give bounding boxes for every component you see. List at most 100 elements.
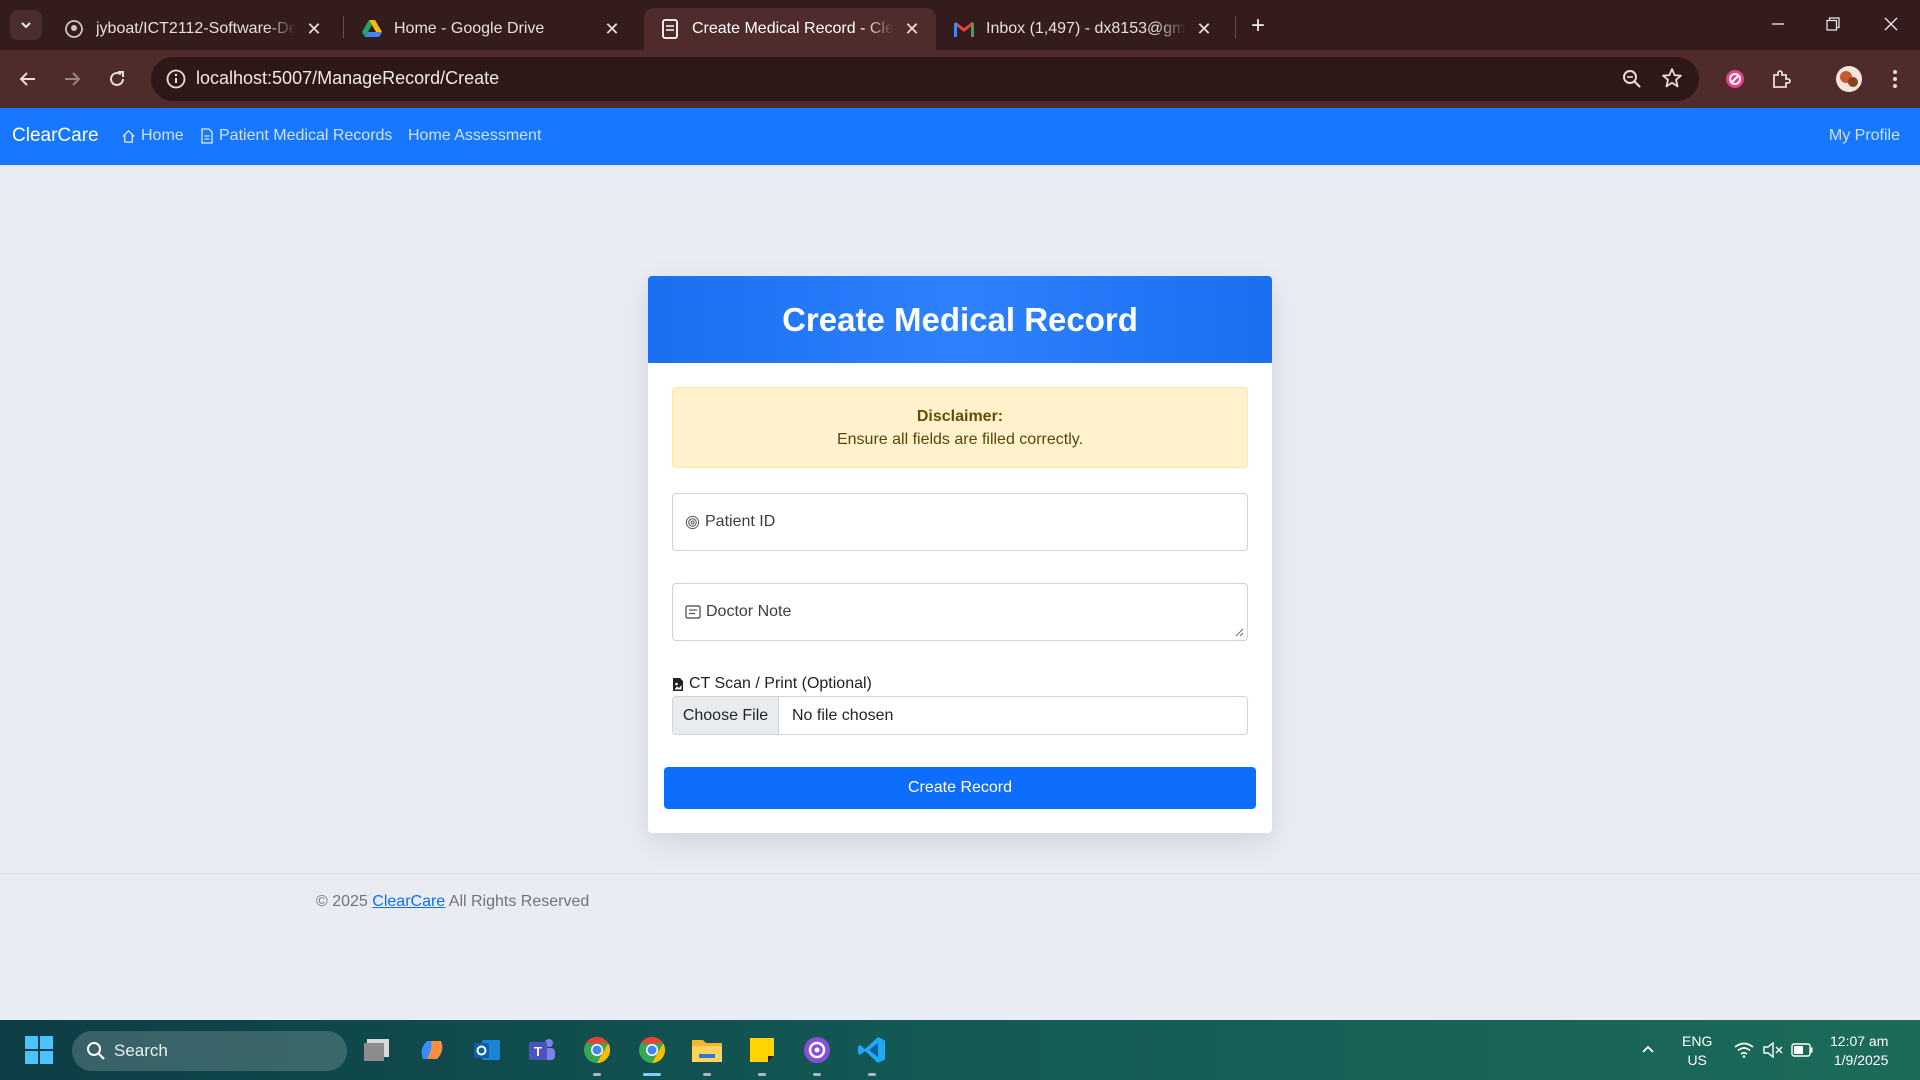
forward-button[interactable] bbox=[57, 64, 87, 94]
tab-title: jyboat/ICT2112-Software-Design bbox=[96, 20, 296, 37]
running-indicator bbox=[703, 1073, 711, 1076]
address-bar[interactable]: localhost:5007/ManageRecord/Create bbox=[151, 57, 1699, 101]
taskbar-chrome-profile[interactable] bbox=[580, 1033, 614, 1076]
nav-link-label: Patient Medical Records bbox=[219, 127, 393, 144]
extensions-button[interactable] bbox=[1766, 64, 1796, 94]
create-record-card: Create Medical Record Disclaimer: Ensure… bbox=[648, 276, 1272, 833]
nav-link-patient-medical-records[interactable]: Patient Medical Records bbox=[200, 127, 392, 145]
system-clock[interactable]: 12:07 am 1/9/2025 bbox=[1830, 1032, 1888, 1070]
taskbar-copilot[interactable] bbox=[415, 1033, 449, 1067]
bookmark-star-icon[interactable] bbox=[1661, 67, 1683, 89]
disclaimer-text: Ensure all fields are filled correctly. bbox=[836, 431, 1084, 448]
ct-scan-label-text: CT Scan / Print (Optional) bbox=[689, 675, 872, 692]
arrow-right-icon bbox=[65, 72, 81, 86]
footer: © 2025 ClearCare All Rights Reserved bbox=[316, 893, 589, 911]
footer-brand-link[interactable]: ClearCare bbox=[372, 893, 445, 910]
browser-tab-strip: jyboat/ICT2112-Software-Design ✕ Home - … bbox=[0, 0, 1920, 50]
copilot-icon bbox=[421, 1041, 443, 1059]
app-navbar: ClearCare Home Patient Medical Records H… bbox=[0, 108, 1920, 165]
close-icon[interactable]: ✕ bbox=[902, 19, 922, 39]
create-record-button[interactable]: Create Record bbox=[664, 767, 1256, 809]
doctor-note-placeholder: Doctor Note bbox=[685, 603, 791, 621]
sticky-notes-icon bbox=[750, 1038, 774, 1062]
patient-id-placeholder: Patient ID bbox=[685, 513, 775, 531]
tab-title: Home - Google Drive bbox=[394, 20, 545, 37]
language-code: ENG bbox=[1682, 1033, 1713, 1049]
taskbar-chrome-active[interactable] bbox=[635, 1033, 669, 1076]
chevron-up-icon bbox=[1642, 1045, 1654, 1053]
more-vertical-icon bbox=[1893, 70, 1897, 88]
browser-toolbar: localhost:5007/ManageRecord/Create bbox=[0, 50, 1920, 108]
nav-link-home[interactable]: Home bbox=[121, 127, 184, 145]
avatar-icon bbox=[1836, 66, 1862, 92]
windows-taskbar: Search T ENG US 12:07 am 1/9/2025 bbox=[0, 1020, 1920, 1080]
task-view-icon bbox=[364, 1039, 389, 1061]
tab-separator bbox=[1235, 16, 1236, 38]
teams-icon: T bbox=[529, 1039, 555, 1060]
tab-search-button[interactable] bbox=[10, 10, 42, 40]
tab-title: Inbox (1,497) - dx8153@gmail.com bbox=[986, 20, 1186, 37]
browser-tab-github[interactable]: jyboat/ICT2112-Software-Design ✕ bbox=[48, 8, 338, 50]
tab-title: Create Medical Record - ClearCare bbox=[692, 20, 894, 37]
footer-copyright: © 2025 bbox=[316, 893, 368, 910]
start-button[interactable] bbox=[22, 1033, 56, 1067]
close-icon[interactable]: ✕ bbox=[304, 19, 324, 39]
minimize-button[interactable] bbox=[1758, 8, 1798, 40]
resize-handle-icon[interactable] bbox=[1235, 628, 1244, 637]
reload-button[interactable] bbox=[102, 64, 132, 94]
close-icon[interactable]: ✕ bbox=[602, 19, 622, 39]
browser-tab-create-medical-record[interactable]: Create Medical Record - ClearCare ✕ bbox=[644, 8, 936, 50]
folder-icon bbox=[692, 1040, 722, 1062]
info-icon[interactable] bbox=[165, 68, 187, 90]
browser-menu-button[interactable] bbox=[1880, 64, 1910, 94]
taskbar-teams[interactable]: T bbox=[525, 1033, 559, 1067]
gmail-icon bbox=[954, 19, 974, 39]
minimize-icon bbox=[1772, 23, 1784, 25]
zoom-icon[interactable] bbox=[1621, 68, 1643, 90]
running-indicator bbox=[868, 1073, 876, 1076]
profile-avatar-button[interactable] bbox=[1832, 62, 1866, 96]
outlook-icon bbox=[474, 1040, 500, 1060]
region-code: US bbox=[1687, 1052, 1707, 1068]
taskbar-sticky-notes[interactable] bbox=[745, 1033, 779, 1076]
doctor-note-textarea[interactable]: Doctor Note bbox=[672, 583, 1248, 641]
search-placeholder: Search bbox=[114, 1041, 168, 1060]
taskbar-github-desktop[interactable] bbox=[800, 1033, 834, 1076]
tray-battery[interactable] bbox=[1785, 1033, 1819, 1067]
chevron-down-icon bbox=[21, 22, 31, 29]
brand-link[interactable]: ClearCare bbox=[12, 125, 99, 147]
url-text[interactable]: localhost:5007/ManageRecord/Create bbox=[196, 68, 499, 89]
patient-id-input[interactable]: Patient ID bbox=[672, 493, 1248, 551]
file-text-icon bbox=[201, 128, 213, 144]
file-status-text: No file chosen bbox=[792, 706, 894, 724]
back-button[interactable] bbox=[13, 64, 43, 94]
running-indicator bbox=[758, 1073, 766, 1076]
close-window-button[interactable] bbox=[1871, 8, 1911, 40]
choose-file-button[interactable]: Choose File bbox=[673, 697, 779, 734]
svg-text:T: T bbox=[534, 1044, 542, 1059]
show-hidden-icons-button[interactable] bbox=[1631, 1033, 1665, 1067]
search-icon bbox=[87, 1042, 105, 1060]
nav-link-home-assessment[interactable]: Home Assessment bbox=[408, 127, 541, 145]
vscode-icon bbox=[858, 1037, 885, 1063]
language-indicator[interactable]: ENG US bbox=[1682, 1032, 1712, 1070]
browser-tab-google-drive[interactable]: Home - Google Drive ✕ bbox=[346, 8, 636, 50]
taskbar-file-explorer[interactable] bbox=[690, 1033, 724, 1076]
taskbar-task-view[interactable] bbox=[360, 1033, 394, 1067]
taskbar-outlook[interactable] bbox=[470, 1033, 504, 1067]
ct-scan-file-input[interactable]: Choose File No file chosen bbox=[672, 696, 1248, 735]
taskbar-vscode[interactable] bbox=[855, 1033, 889, 1076]
card-header: Create Medical Record bbox=[648, 276, 1272, 363]
new-tab-button[interactable]: + bbox=[1244, 12, 1272, 40]
nav-link-my-profile[interactable]: My Profile bbox=[1829, 127, 1900, 145]
volume-muted-icon bbox=[1763, 1042, 1783, 1058]
running-indicator bbox=[813, 1073, 821, 1076]
restore-button[interactable] bbox=[1813, 8, 1853, 40]
extension-blocker-button[interactable] bbox=[1720, 64, 1750, 94]
arrow-left-icon bbox=[19, 72, 35, 86]
close-icon[interactable]: ✕ bbox=[1194, 19, 1214, 39]
browser-tab-gmail[interactable]: Inbox (1,497) - dx8153@gmail.com ✕ bbox=[938, 8, 1228, 50]
close-icon bbox=[1884, 17, 1898, 31]
github-desktop-icon bbox=[804, 1037, 830, 1063]
taskbar-search[interactable]: Search bbox=[72, 1031, 347, 1071]
